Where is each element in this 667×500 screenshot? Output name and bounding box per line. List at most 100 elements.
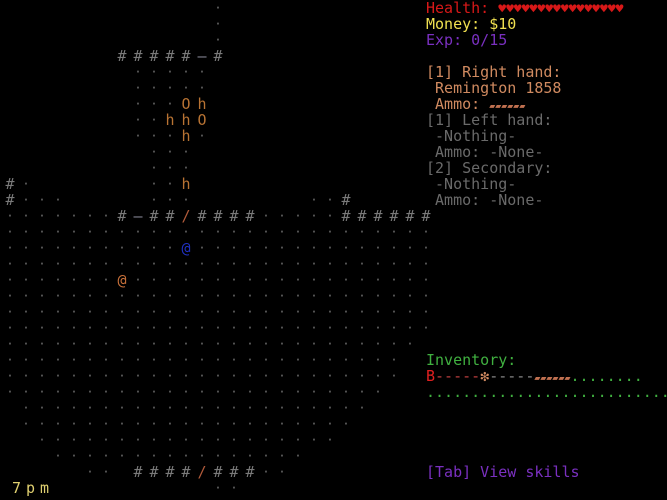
floor-tile: · [214,33,222,47]
floor-tile: · [134,81,142,95]
floor-tile: · [118,225,126,239]
floor-tile: · [326,273,334,287]
floor-tile: · [310,305,318,319]
chair-object[interactable]: h [178,112,194,128]
floor-tile: · [198,369,206,383]
npc-character[interactable]: @ [114,272,130,288]
floor-tile: · [54,241,62,255]
floor-tile: · [22,177,30,191]
right-hand-title[interactable]: [1] Right hand: [426,64,561,80]
floor-tile: · [22,273,30,287]
inventory-row[interactable]: B-----❇-----▰▰▰▰▰▰........ [426,368,643,384]
floor-tile: · [118,433,126,447]
floor-tile: · [150,417,158,431]
floor-tile: · [294,449,302,463]
floor-tile: · [134,449,142,463]
floor-tile: · [118,353,126,367]
floor-tile: · [166,321,174,335]
floor-tile: · [374,337,382,351]
floor-tile: · [294,225,302,239]
left-hand-title[interactable]: [1] Left hand: [426,112,552,128]
floor-tile: · [278,225,286,239]
floor-tile: · [86,241,94,255]
floor-tile: · [70,385,78,399]
floor-tile: · [70,209,78,223]
floor-tile: · [358,289,366,303]
player-character[interactable]: @ [178,240,194,256]
floor-tile: · [294,385,302,399]
floor-tile: · [294,289,302,303]
floor-tile: · [86,257,94,271]
wall-tile: # [165,463,175,481]
floor-tile: · [406,289,414,303]
floor-tile: · [70,305,78,319]
floor-tile: · [102,401,110,415]
floor-tile: · [390,225,398,239]
floor-tile: · [246,321,254,335]
left-hand-item: -Nothing- [426,127,517,145]
floor-tile: · [54,273,62,287]
floor-tile: · [182,385,190,399]
floor-tile: · [166,273,174,287]
floor-tile: · [406,257,414,271]
floor-tile: · [310,257,318,271]
inventory-row-2[interactable]: .............................. [426,384,667,400]
floor-tile: · [134,225,142,239]
floor-tile: · [166,257,174,271]
floor-tile: · [278,417,286,431]
floor-tile: · [182,417,190,431]
chair-object[interactable]: h [162,112,178,128]
floor-tile: · [262,465,270,479]
door-open[interactable]: / [194,464,210,480]
wall-tile: # [229,207,239,225]
floor-tile: · [342,289,350,303]
wall-tile: # [421,207,431,225]
floor-tile: · [118,401,126,415]
floor-tile: · [374,273,382,287]
floor-tile: · [86,337,94,351]
game-map[interactable]: · · · # # # # # — # · · · · · · · · · · · · · · · · · · · · · · · · · · · · · ·… [0,0,430,495]
floor-tile: · [262,257,270,271]
door-closed[interactable]: — [194,48,210,64]
floor-tile: · [214,257,222,271]
floor-tile: · [150,337,158,351]
floor-tile: · [278,289,286,303]
floor-tile: · [262,401,270,415]
floor-tile: · [22,417,30,431]
floor-tile: · [118,321,126,335]
health-hearts: ♥♥♥♥♥♥♥♥♥♥♥♥♥♥♥♥ [498,2,624,17]
floor-tile: · [6,305,14,319]
right-hand-ammo: Ammo: ▰▰▰▰▰▰ [426,96,525,112]
crate-object[interactable]: O [194,112,210,128]
floor-tile: · [342,321,350,335]
floor-tile: · [310,433,318,447]
chair-object[interactable]: h [194,96,210,112]
left-hand-ammo: Ammo: -None- [426,143,544,161]
floor-tile: · [246,289,254,303]
door-closed[interactable]: — [130,208,146,224]
floor-tile: · [262,225,270,239]
floor-tile: · [134,113,142,127]
door-open[interactable]: / [178,208,194,224]
crate-object[interactable]: O [178,96,194,112]
floor-tile: · [118,417,126,431]
floor-tile: · [6,225,14,239]
floor-tile: · [358,241,366,255]
secondary-title[interactable]: [2] Secondary: [426,160,552,176]
floor-tile: · [86,401,94,415]
floor-tile: · [86,385,94,399]
floor-tile: · [230,417,238,431]
view-skills-hint[interactable]: [Tab] View skills [426,464,580,480]
floor-tile: · [70,273,78,287]
chair-object[interactable]: h [178,176,194,192]
floor-tile: · [214,241,222,255]
floor-tile: · [214,225,222,239]
floor-tile: · [294,241,302,255]
floor-tile: · [262,337,270,351]
floor-tile: · [310,321,318,335]
floor-tile: · [310,417,318,431]
floor-tile: · [294,433,302,447]
chair-object[interactable]: h [178,128,194,144]
floor-tile: · [390,305,398,319]
floor-tile: · [102,273,110,287]
